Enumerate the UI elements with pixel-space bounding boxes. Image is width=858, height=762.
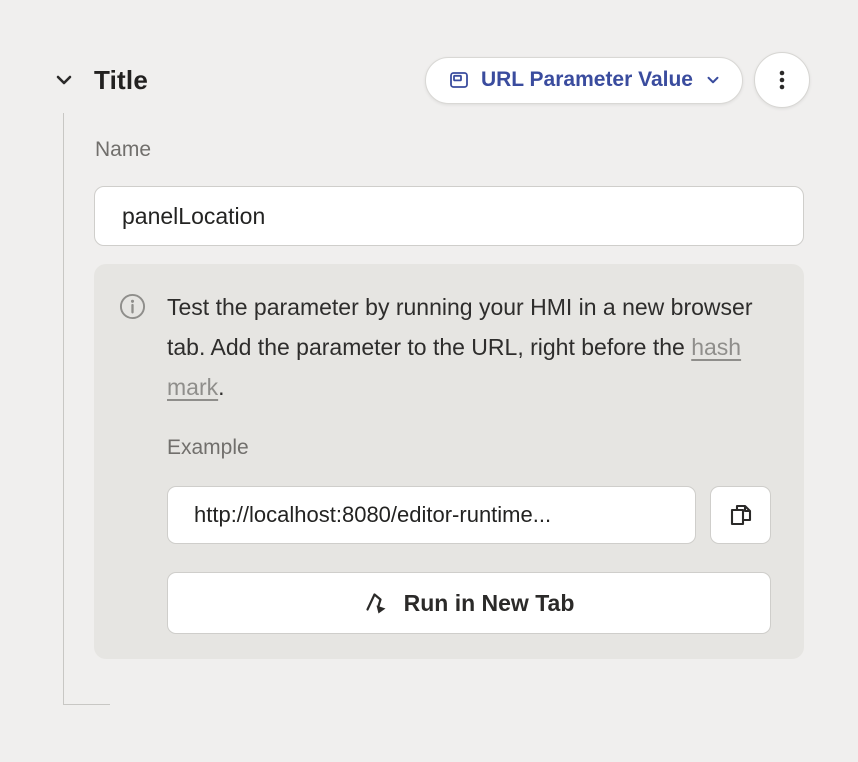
section-title-group: Title <box>50 65 148 96</box>
section-header: Title URL Parameter Value <box>50 52 810 108</box>
copy-button[interactable] <box>710 486 771 544</box>
parameter-panel: Title URL Parameter Value <box>0 0 858 762</box>
info-message-period: . <box>218 374 224 400</box>
kebab-icon <box>769 67 795 93</box>
type-selector-label: URL Parameter Value <box>481 68 693 92</box>
copy-icon <box>727 501 755 529</box>
run-button-label: Run in New Tab <box>404 590 575 617</box>
more-menu-button[interactable] <box>754 52 810 108</box>
browser-window-icon <box>448 69 470 91</box>
type-selector-button[interactable]: URL Parameter Value <box>425 57 743 104</box>
example-url-input[interactable] <box>167 486 696 544</box>
info-panel: Test the parameter by running your HMI i… <box>94 264 804 659</box>
example-label: Example <box>167 436 249 460</box>
info-message: Test the parameter by running your HMI i… <box>167 287 779 407</box>
info-icon <box>119 293 146 320</box>
name-label: Name <box>95 138 151 162</box>
info-message-text: Test the parameter by running your HMI i… <box>167 294 753 360</box>
chevron-down-icon <box>704 71 722 89</box>
run-icon <box>364 590 391 617</box>
section-title: Title <box>94 65 148 96</box>
name-input[interactable] <box>94 186 804 246</box>
run-in-new-tab-button[interactable]: Run in New Tab <box>167 572 771 634</box>
header-actions: URL Parameter Value <box>425 52 810 108</box>
collapse-chevron-icon[interactable] <box>50 66 78 94</box>
